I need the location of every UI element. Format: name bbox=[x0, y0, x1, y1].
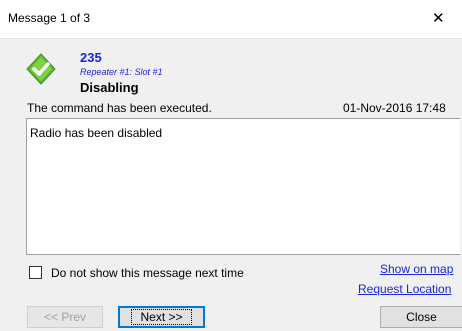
prev-button[interactable]: << Prev bbox=[27, 306, 103, 328]
title-bar: Message 1 of 3 ✕ bbox=[0, 0, 462, 39]
dont-show-checkbox[interactable] bbox=[29, 266, 42, 279]
message-source: Repeater #1: Slot #1 bbox=[80, 67, 163, 77]
message-body-text: Radio has been disabled bbox=[30, 126, 163, 140]
dont-show-label[interactable]: Do not show this message next time bbox=[51, 266, 244, 280]
window-title: Message 1 of 3 bbox=[8, 11, 91, 25]
request-location-link[interactable]: Request Location bbox=[358, 282, 451, 296]
message-id: 235 bbox=[80, 50, 102, 65]
close-button[interactable]: Close bbox=[380, 306, 462, 328]
message-title: Disabling bbox=[80, 80, 139, 95]
timestamp: 01-Nov-2016 17:48 bbox=[343, 101, 446, 115]
status-text: The command has been executed. bbox=[27, 101, 212, 115]
next-button[interactable]: Next >> bbox=[118, 306, 205, 328]
message-body[interactable]: Radio has been disabled bbox=[26, 118, 460, 255]
check-shield-icon bbox=[26, 53, 56, 85]
next-button-label: Next >> bbox=[131, 309, 192, 325]
show-on-map-link[interactable]: Show on map bbox=[380, 262, 453, 276]
close-icon[interactable]: ✕ bbox=[432, 0, 462, 38]
